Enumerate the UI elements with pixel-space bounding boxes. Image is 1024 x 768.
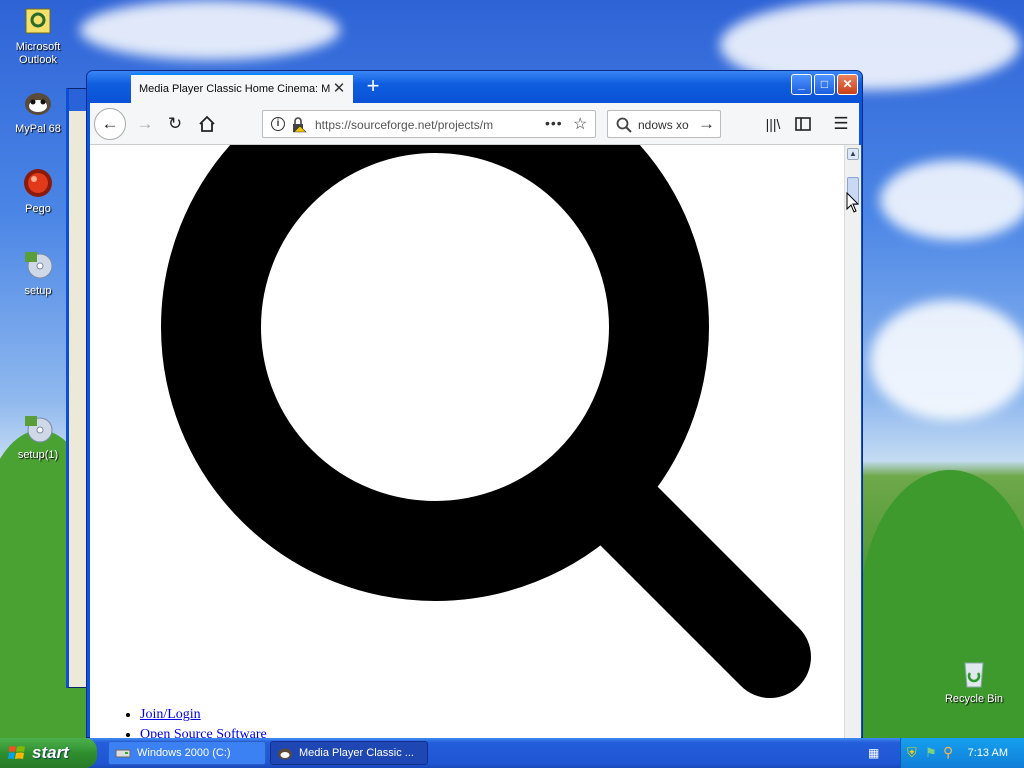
join-login-link[interactable]: Join/Login [140, 707, 201, 722]
cloud [80, 0, 340, 60]
nav-links-list: Join/Login Open Source Software [124, 707, 267, 739]
taskbar-item-label: Windows 2000 (C:) [137, 747, 231, 759]
drive-icon [115, 749, 131, 758]
hill [860, 470, 1024, 750]
arrow-right-icon: → [136, 114, 154, 133]
desktop-icon-label: setup(1) [17, 449, 59, 461]
security-shield-icon[interactable]: ⛨ [907, 745, 917, 761]
reload-button[interactable]: ↻ [162, 111, 188, 137]
pego-icon [21, 166, 55, 200]
giant-search-icon [161, 145, 811, 698]
taskbar-item-windows-2000[interactable]: Windows 2000 (C:) [108, 741, 266, 765]
start-label: start [32, 743, 69, 762]
mouse-cursor-icon [846, 192, 860, 213]
info-icon[interactable]: i [271, 117, 285, 131]
start-button[interactable]: start [0, 738, 97, 768]
plus-icon: + [366, 73, 380, 98]
sidebar-button[interactable] [790, 111, 816, 137]
reload-icon: ↻ [167, 114, 183, 133]
desktop-icon-label: MyPal 68 [15, 123, 61, 135]
arrow-left-icon: ← [101, 114, 119, 133]
nav-toolbar: ← → ↻ i https://sourceforge.net/projects… [90, 103, 859, 145]
windows-logo-icon [8, 746, 25, 759]
desktop-icon-label: Microsoft Outlook [15, 41, 61, 66]
setup-icon [21, 248, 55, 282]
new-tab-button[interactable]: + [361, 75, 385, 99]
desktop-icon-label: Pego [25, 203, 51, 215]
page-content: Join/Login Open Source Software [90, 145, 844, 739]
browser-window: Media Player Classic Home Cinema: MPC ✕ … [86, 70, 863, 739]
desktop-icon-pego[interactable]: Pego [0, 166, 76, 216]
desktop-icon-label: setup [24, 285, 52, 297]
maximize-icon: □ [820, 77, 829, 91]
search-bar[interactable]: ndows xo → [607, 110, 721, 138]
desktop-icon-outlook[interactable]: Microsoft Outlook [0, 4, 76, 67]
tab-close-icon[interactable]: ✕ [331, 81, 347, 97]
menu-button[interactable]: ☰ [828, 111, 854, 137]
home-icon [199, 115, 215, 132]
tab-active[interactable]: Media Player Classic Home Cinema: MPC ✕ [131, 73, 353, 103]
bookmark-star-icon[interactable]: ☆ [573, 114, 587, 134]
search-tray-icon[interactable]: ⚲ [943, 744, 953, 761]
taskbar-item-media-player[interactable]: Media Player Classic ... [270, 741, 428, 765]
sidebar-icon [795, 117, 811, 131]
tab-title: Media Player Classic Home Cinema: MPC [139, 83, 331, 95]
taskbar-item-label: Media Player Classic ... [299, 747, 414, 759]
cloud [870, 300, 1024, 420]
hamburger-menu-icon: ☰ [833, 114, 849, 133]
close-icon: ✕ [842, 77, 853, 91]
maximize-button[interactable]: □ [814, 74, 835, 95]
insecure-lock-icon[interactable] [291, 117, 307, 133]
url-text: https://sourceforge.net/projects/m [315, 118, 494, 132]
close-button[interactable]: ✕ [837, 74, 858, 95]
minimize-button[interactable]: _ [791, 74, 812, 95]
recycle-bin-icon [957, 656, 991, 690]
desktop-icon-mypal[interactable]: MyPal 68 [0, 86, 76, 136]
search-icon [616, 117, 632, 133]
desktop-icon-setup[interactable]: setup [0, 248, 76, 298]
mypal-icon [21, 86, 55, 120]
home-button[interactable] [194, 111, 220, 137]
page-actions-icon[interactable]: ••• [545, 115, 563, 131]
taskbar: start Windows 2000 (C:) Media Player Cla… [0, 738, 1024, 768]
library-button[interactable]: |||\ [760, 111, 786, 137]
keyboard-icon[interactable]: ▦ [868, 746, 879, 760]
forward-button[interactable]: → [132, 111, 158, 137]
library-icon: |||\ [765, 116, 781, 132]
title-bar[interactable]: Media Player Classic Home Cinema: MPC ✕ … [87, 71, 862, 103]
list-item: Join/Login [140, 707, 267, 723]
vertical-scrollbar[interactable]: ▲ [844, 145, 861, 739]
clock: 7:13 AM [967, 747, 1008, 759]
desktop-icon-label: Recycle Bin [944, 693, 1004, 705]
search-go-icon[interactable]: → [698, 114, 715, 134]
system-tray: ⛨ ⚑ ⚲ 7:13 AM [900, 738, 1024, 768]
outlook-icon [21, 4, 55, 38]
minimize-icon: _ [798, 77, 805, 91]
network-icon[interactable]: ⚑ [925, 745, 937, 761]
mypal-icon [278, 748, 292, 760]
setup-icon [21, 412, 55, 446]
desktop-icon-recycle-bin[interactable]: Recycle Bin [936, 656, 1012, 706]
desktop-icon-setup-1[interactable]: setup(1) [0, 412, 76, 462]
scroll-up-icon[interactable]: ▲ [847, 148, 859, 160]
back-button[interactable]: ← [94, 108, 126, 140]
cloud [880, 160, 1024, 240]
search-input: ndows xo [638, 118, 689, 132]
url-bar[interactable]: i https://sourceforge.net/projects/m •••… [262, 110, 596, 138]
